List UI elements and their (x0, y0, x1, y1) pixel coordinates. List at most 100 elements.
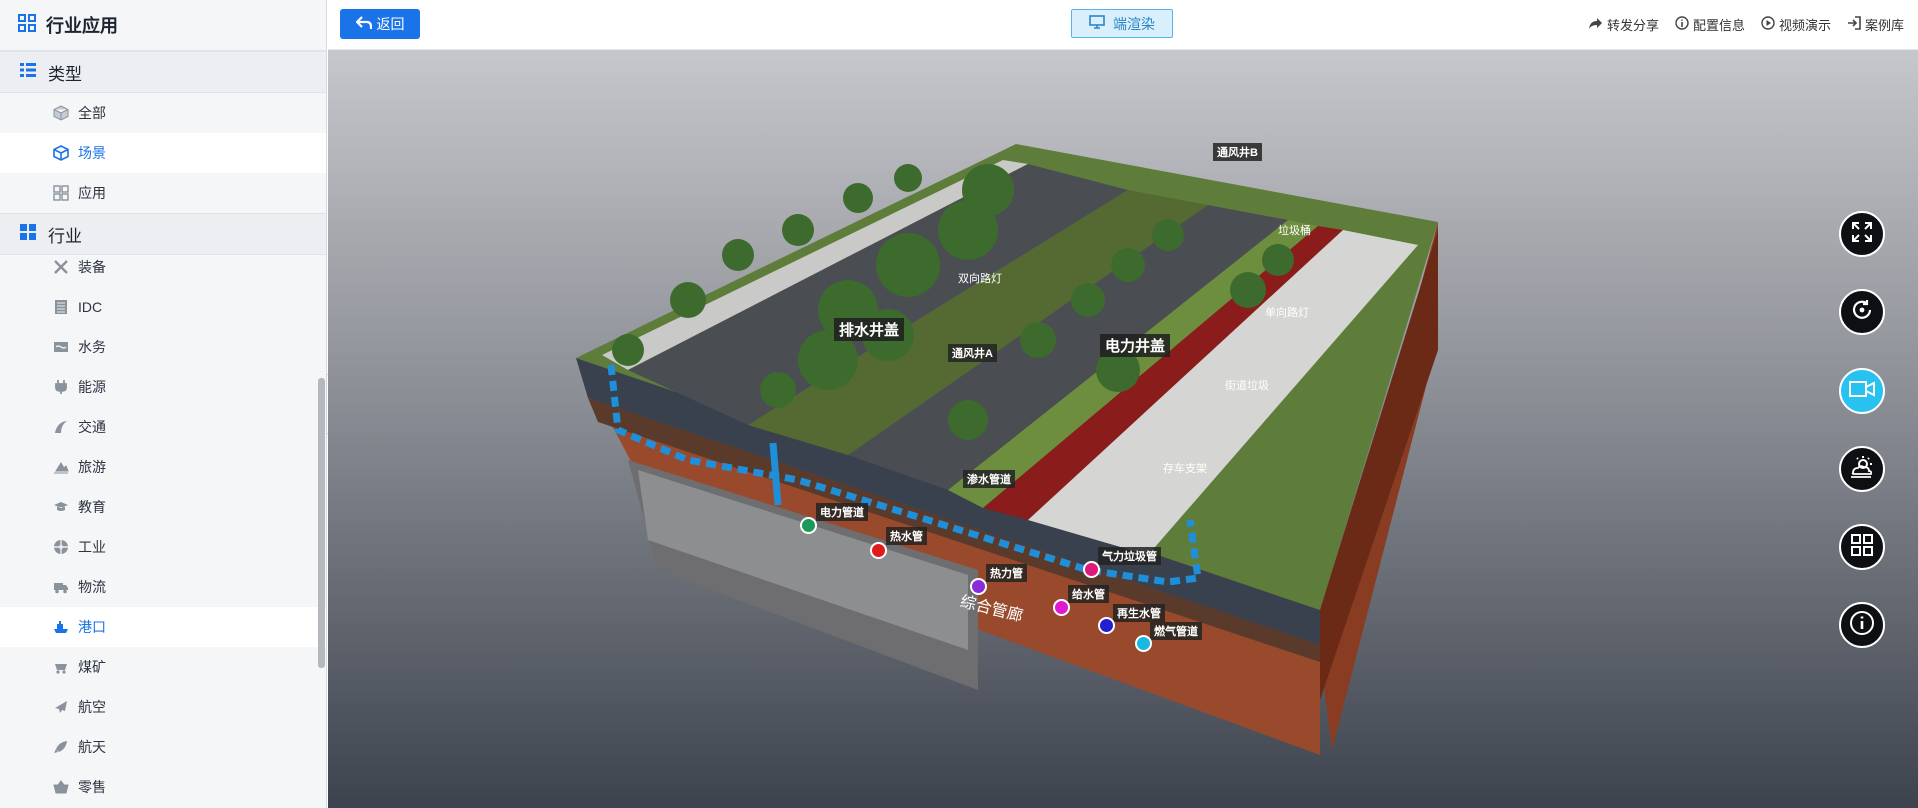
grid-apps-icon (18, 13, 36, 37)
share-icon (1588, 17, 1603, 33)
section-type[interactable]: 类型 (0, 51, 326, 93)
label-vent-a[interactable]: 通风井A (948, 344, 997, 362)
grid-apps-icon (52, 184, 70, 202)
industry-item-label: 航空 (78, 699, 106, 715)
industry-item-label: 水务 (78, 339, 106, 355)
pin-power-pipe[interactable] (800, 517, 817, 534)
industry-item-energy[interactable]: 能源 (0, 367, 326, 407)
industry-item-label: 煤矿 (78, 659, 106, 675)
type-item-all[interactable]: 全部 (0, 93, 326, 133)
scene-viewport[interactable]: 通风井B 垃圾桶 双向路灯 排水井盖 通风井A 电力井盖 单向路灯 街道垃圾 存… (328, 50, 1918, 808)
case-library-link[interactable]: 案例库 (1847, 15, 1904, 34)
industry-item-label: 工业 (78, 539, 106, 555)
fullscreen-button[interactable] (1839, 211, 1885, 257)
layout-button[interactable] (1839, 524, 1885, 570)
industry-item-travel[interactable]: 旅游 (0, 447, 326, 487)
industry-item-equipment[interactable]: 装备 (0, 247, 326, 287)
basket-icon (52, 778, 70, 796)
pin-gas-pipe[interactable] (1135, 635, 1152, 652)
label-recycled-water-pipe[interactable]: 再生水管 (1113, 604, 1165, 622)
expand-arrows-icon (1850, 220, 1874, 249)
label-power-cover[interactable]: 电力井盖 (1100, 334, 1171, 357)
label-water-supply-pipe[interactable]: 给水管 (1068, 585, 1109, 603)
label-drain-cover[interactable]: 排水井盖 (834, 318, 905, 341)
industry-item-retail[interactable]: 零售 (0, 767, 326, 807)
industry-item-education[interactable]: 教育 (0, 487, 326, 527)
industry-item-aerospace[interactable]: 航天 (0, 727, 326, 767)
type-item-scene[interactable]: 场景 (0, 133, 326, 173)
login-icon (1847, 16, 1861, 33)
play-icon (1761, 16, 1775, 33)
industry-item-label: 能源 (78, 379, 106, 395)
record-button[interactable] (1839, 368, 1885, 414)
info-button[interactable] (1839, 602, 1885, 648)
pin-water-supply-pipe[interactable] (1053, 599, 1070, 616)
sidebar-title: 行业应用 (46, 16, 118, 36)
ship-icon (52, 618, 70, 636)
cloud-render-button[interactable]: 端渲染 (1071, 9, 1173, 38)
sidebar-scrollbar[interactable] (318, 378, 325, 668)
label-vent-b[interactable]: 通风井B (1213, 143, 1262, 161)
type-item-label: 全部 (78, 105, 106, 121)
pin-recycled-water-pipe[interactable] (1098, 617, 1115, 634)
back-button[interactable]: 返回 (340, 9, 420, 39)
industry-item-port[interactable]: 港口 (0, 607, 326, 647)
weather-button[interactable] (1839, 446, 1885, 492)
industry-item-label: 旅游 (78, 459, 106, 475)
top-toolbar: 返回 端渲染 转发分享 配置信息 视频演示 案例库 (328, 0, 1918, 50)
industry-item-aviation[interactable]: 航空 (0, 687, 326, 727)
label-street-trash[interactable]: 街道垃圾 (1225, 377, 1269, 393)
type-item-app[interactable]: 应用 (0, 173, 326, 213)
server-rack-icon (52, 298, 70, 316)
list-icon (20, 62, 36, 82)
label-seepage-pipe[interactable]: 渗水管道 (963, 470, 1015, 488)
pin-heat-pipe[interactable] (970, 578, 987, 595)
industry-item-water[interactable]: 水务 (0, 327, 326, 367)
graduation-cap-icon (52, 498, 70, 516)
scene-model[interactable] (328, 50, 1918, 808)
industry-item-label: 物流 (78, 579, 106, 595)
label-hot-water-pipe[interactable]: 热水管 (886, 527, 927, 545)
info-circle-icon (1849, 610, 1875, 641)
label-dual-lamp[interactable]: 双向路灯 (958, 270, 1002, 286)
water-icon (52, 338, 70, 356)
airplane-icon (52, 698, 70, 716)
industry-item-label: 零售 (78, 779, 106, 795)
section-type-label: 类型 (48, 64, 82, 84)
grid-apps-icon (20, 223, 36, 245)
config-info-link[interactable]: 配置信息 (1675, 15, 1745, 34)
label-trash[interactable]: 垃圾桶 (1278, 222, 1311, 238)
video-demo-link[interactable]: 视频演示 (1761, 15, 1831, 34)
info-icon (1675, 16, 1689, 33)
back-label: 返回 (376, 16, 405, 32)
type-item-label: 应用 (78, 185, 106, 201)
share-link[interactable]: 转发分享 (1588, 15, 1659, 34)
label-single-lamp[interactable]: 单向路灯 (1265, 304, 1309, 320)
config-info-label: 配置信息 (1692, 18, 1745, 33)
industry-item-logistics[interactable]: 物流 (0, 567, 326, 607)
top-links: 转发分享 配置信息 视频演示 案例库 (1588, 0, 1904, 49)
monitor-icon (1089, 15, 1105, 32)
label-gas-garbage-pipe[interactable]: 气力垃圾管 (1098, 547, 1161, 565)
industry-item-coal[interactable]: 煤矿 (0, 647, 326, 687)
label-bike-rack[interactable]: 存车支架 (1163, 460, 1207, 476)
industry-item-label: 航天 (78, 739, 106, 755)
industry-item-traffic[interactable]: 交通 (0, 407, 326, 447)
sidebar: 行业应用 类型 全部 场景 应用 行业 装备 IDC 水务 能源 交通 旅游 教… (0, 0, 327, 808)
video-demo-label: 视频演示 (1778, 18, 1831, 33)
industry-list[interactable]: 装备 IDC 水务 能源 交通 旅游 教育 工业 物流 港口 煤矿 航空 航天 … (0, 247, 326, 807)
pin-hot-water-pipe[interactable] (870, 542, 887, 559)
industry-item-idc[interactable]: IDC (0, 287, 326, 327)
mining-cart-icon (52, 658, 70, 676)
label-gas-pipe[interactable]: 燃气管道 (1150, 622, 1202, 640)
industry-item-industry[interactable]: 工业 (0, 527, 326, 567)
pin-gas-garbage-pipe[interactable] (1083, 561, 1100, 578)
label-power-pipe[interactable]: 电力管道 (816, 503, 868, 521)
reset-view-button[interactable] (1839, 289, 1885, 335)
industry-item-label: IDC (78, 299, 103, 315)
render-label: 端渲染 (1113, 15, 1155, 32)
back-arrow-icon (354, 15, 372, 33)
industry-item-label: 教育 (78, 499, 106, 515)
label-heat-pipe[interactable]: 热力管 (986, 564, 1027, 582)
travel-icon (52, 458, 70, 476)
